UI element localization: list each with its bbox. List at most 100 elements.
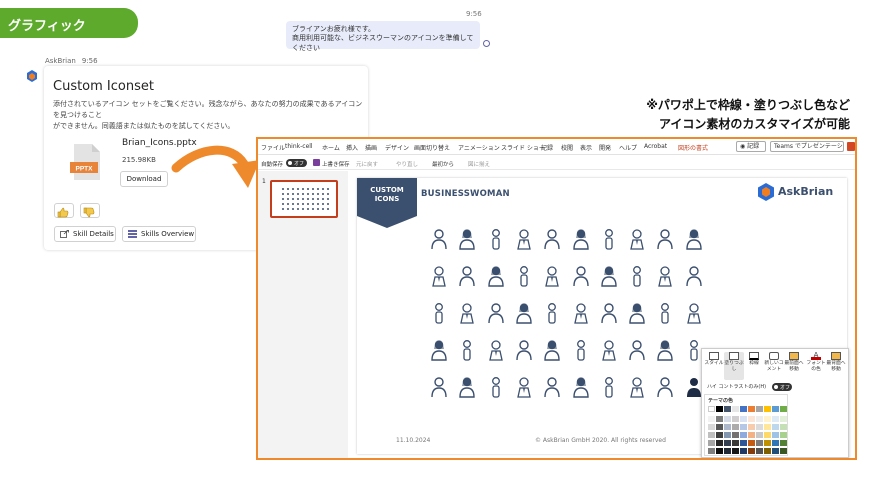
businesswoman-icon[interactable] [628,228,646,250]
color-swatch[interactable] [708,424,715,430]
color-swatch[interactable] [748,432,755,438]
color-swatch[interactable] [732,432,739,438]
color-swatch[interactable] [724,406,731,412]
businesswoman-icon[interactable] [628,302,646,324]
skills-overview-button[interactable]: Skills Overview [122,226,196,242]
outline-button[interactable]: 枠線 [744,352,764,380]
businesswoman-icon[interactable] [430,339,448,361]
color-swatch[interactable] [780,424,787,430]
businesswoman-icon[interactable] [487,228,505,250]
businesswoman-icon[interactable] [572,265,590,287]
thumbs-down-button[interactable] [80,203,100,218]
color-swatch[interactable] [740,424,747,430]
tab-record[interactable]: 記録 [541,143,553,152]
color-swatch[interactable] [740,432,747,438]
businesswoman-icon[interactable] [600,228,618,250]
color-swatch[interactable] [748,424,755,430]
color-swatch[interactable] [756,432,763,438]
businesswoman-icon[interactable] [656,302,674,324]
businesswoman-icon[interactable] [487,265,505,287]
businesswoman-icon[interactable] [458,302,476,324]
undo-button[interactable]: 元に戻す [356,160,378,168]
businesswoman-icon[interactable] [572,376,590,398]
color-swatch[interactable] [732,440,739,446]
color-swatch[interactable] [748,448,755,454]
color-swatch[interactable] [756,416,763,422]
tab-file[interactable]: ファイル [261,143,285,152]
style-button[interactable]: スタイル [704,352,724,380]
businesswoman-icon[interactable] [656,265,674,287]
color-swatch[interactable] [756,406,763,412]
tab-design[interactable]: デザイン [385,143,409,152]
color-swatch[interactable] [764,416,771,422]
color-swatch[interactable] [724,440,731,446]
color-swatch[interactable] [716,432,723,438]
color-swatch[interactable] [764,432,771,438]
color-swatch[interactable] [764,448,771,454]
save-label[interactable]: 上書き保存 [322,160,350,168]
businesswoman-icon[interactable] [515,376,533,398]
tab-help[interactable]: ヘルプ [619,143,637,152]
businesswoman-icon[interactable] [543,339,561,361]
businesswoman-icon[interactable] [430,376,448,398]
font-color-button[interactable]: A フォントの色 [806,352,826,380]
color-swatch[interactable] [716,440,723,446]
color-swatch[interactable] [756,440,763,446]
color-swatch[interactable] [772,440,779,446]
businesswoman-icon[interactable] [515,228,533,250]
color-swatch[interactable] [780,432,787,438]
color-swatch[interactable] [716,406,723,412]
businesswoman-icon[interactable] [487,339,505,361]
businesswoman-icon[interactable] [515,265,533,287]
businesswoman-icon[interactable] [515,339,533,361]
businesswoman-icon[interactable] [458,228,476,250]
color-swatch[interactable] [772,406,779,412]
color-swatch[interactable] [724,448,731,454]
businesswoman-icon[interactable] [572,228,590,250]
color-swatch[interactable] [708,406,715,412]
color-swatch[interactable] [780,416,787,422]
send-to-back-button[interactable]: 最背面へ移動 [826,352,846,380]
from-start-button[interactable]: 最初から [432,160,454,168]
businesswoman-icon[interactable] [458,376,476,398]
businesswoman-icon[interactable] [685,265,703,287]
color-swatch[interactable] [748,440,755,446]
color-swatch[interactable] [772,416,779,422]
tab-developer[interactable]: 開発 [599,143,611,152]
businesswoman-icon[interactable] [628,265,646,287]
businesswoman-icon[interactable] [430,302,448,324]
color-swatch[interactable] [708,432,715,438]
businesswoman-icon[interactable] [487,302,505,324]
businesswoman-icon[interactable] [430,265,448,287]
color-swatch[interactable] [764,424,771,430]
tab-review[interactable]: 校閲 [561,143,573,152]
businesswoman-icon[interactable] [458,339,476,361]
color-swatch[interactable] [756,448,763,454]
share-icon[interactable] [847,142,855,151]
tab-animations[interactable]: アニメーション [458,143,500,152]
color-swatch[interactable] [772,448,779,454]
businesswoman-icon[interactable] [600,302,618,324]
color-swatch[interactable] [740,416,747,422]
color-swatch[interactable] [724,424,731,430]
businesswoman-icon[interactable] [572,302,590,324]
businesswoman-icon[interactable] [600,265,618,287]
tab-shape-format[interactable]: 図形の書式 [678,143,708,152]
bring-to-front-button[interactable]: 最前面へ移動 [784,352,804,380]
autosave-toggle[interactable]: オフ [286,159,307,167]
color-swatch[interactable] [740,406,747,412]
color-swatch[interactable] [724,416,731,422]
businesswoman-icon[interactable] [600,339,618,361]
tab-insert[interactable]: 挿入 [346,143,358,152]
tab-slideshow[interactable]: スライド ショー [501,143,545,152]
color-swatch[interactable] [764,440,771,446]
tab-think-cell[interactable]: think-cell [285,143,313,150]
present-in-teams-button[interactable]: Teams でプレゼンテーション [770,141,844,152]
save-icon[interactable] [313,159,320,166]
skill-details-button[interactable]: Skill Details [54,226,116,242]
color-swatch[interactable] [708,440,715,446]
businesswoman-icon[interactable] [685,228,703,250]
color-swatch[interactable] [772,432,779,438]
tab-acrobat[interactable]: Acrobat [644,143,667,150]
businesswoman-icon[interactable] [430,228,448,250]
